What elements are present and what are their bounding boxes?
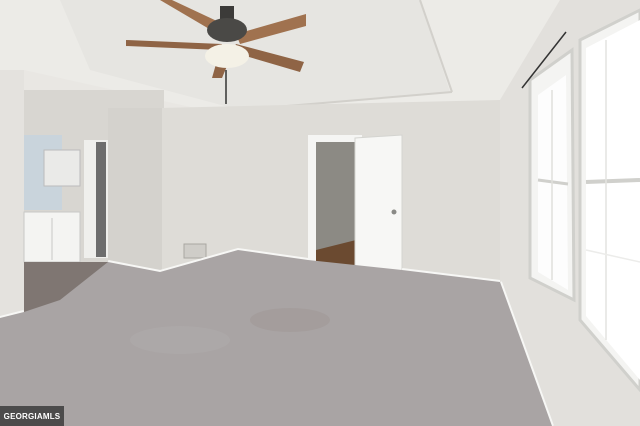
watermark-text: GEORGIAMLS (3, 411, 61, 421)
open-door (354, 134, 403, 279)
room-photo: GEORGIAMLS (0, 0, 640, 426)
floor-vent (183, 243, 207, 259)
bathroom-window (43, 149, 81, 187)
room-illustration (0, 0, 640, 426)
door-knob (391, 209, 397, 215)
bathroom-doorway (96, 142, 106, 257)
side-wall (108, 108, 162, 272)
left-wall (0, 70, 24, 320)
watermark-logo: GEORGIAMLS (0, 406, 64, 426)
